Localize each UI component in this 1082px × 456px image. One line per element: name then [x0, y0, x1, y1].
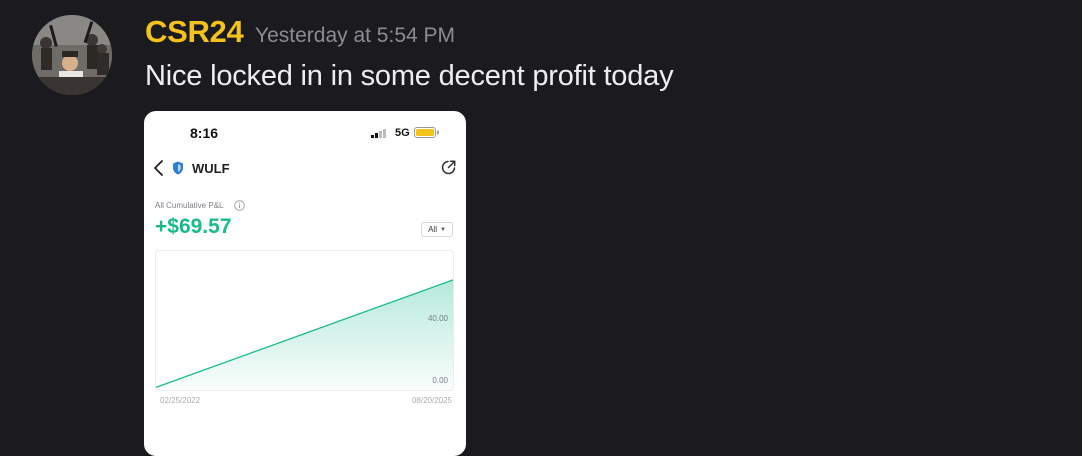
x-tick-end: 08/20/2025	[411, 396, 452, 405]
image-attachment[interactable]: 8:16 5G WULF All Cumulative P&L +$69.57 …	[144, 111, 466, 456]
range-label: All	[428, 225, 437, 234]
caret-down-icon: ▼	[439, 226, 446, 233]
message-text: Nice locked in in some decent profit tod…	[145, 60, 674, 92]
ticker-symbol: WULF	[192, 161, 230, 176]
back-chevron-icon[interactable]	[152, 159, 166, 177]
phone-status-time: 8:16	[190, 125, 219, 141]
battery-icon	[414, 127, 439, 138]
network-label: 5G	[395, 127, 410, 139]
pnl-chart: 40.00 0.00	[155, 250, 454, 391]
shield-logo-icon	[173, 161, 183, 175]
pnl-label: All Cumulative P&L	[155, 201, 224, 210]
message-timestamp: Yesterday at 5:54 PM	[255, 24, 456, 47]
user-avatar[interactable]	[32, 15, 112, 95]
share-icon[interactable]	[440, 159, 457, 176]
y-tick-label: 0.00	[432, 376, 448, 386]
pnl-value: +$69.57	[155, 215, 232, 238]
y-tick-label: 40.00	[427, 314, 448, 324]
avatar-image	[32, 15, 112, 95]
username[interactable]: CSR24	[145, 14, 244, 50]
range-dropdown[interactable]: All ▼	[421, 222, 453, 237]
signal-icon	[371, 129, 386, 138]
pnl-chart-svg	[156, 279, 453, 390]
info-icon[interactable]	[234, 200, 245, 211]
x-tick-start: 02/25/2022	[160, 396, 201, 405]
